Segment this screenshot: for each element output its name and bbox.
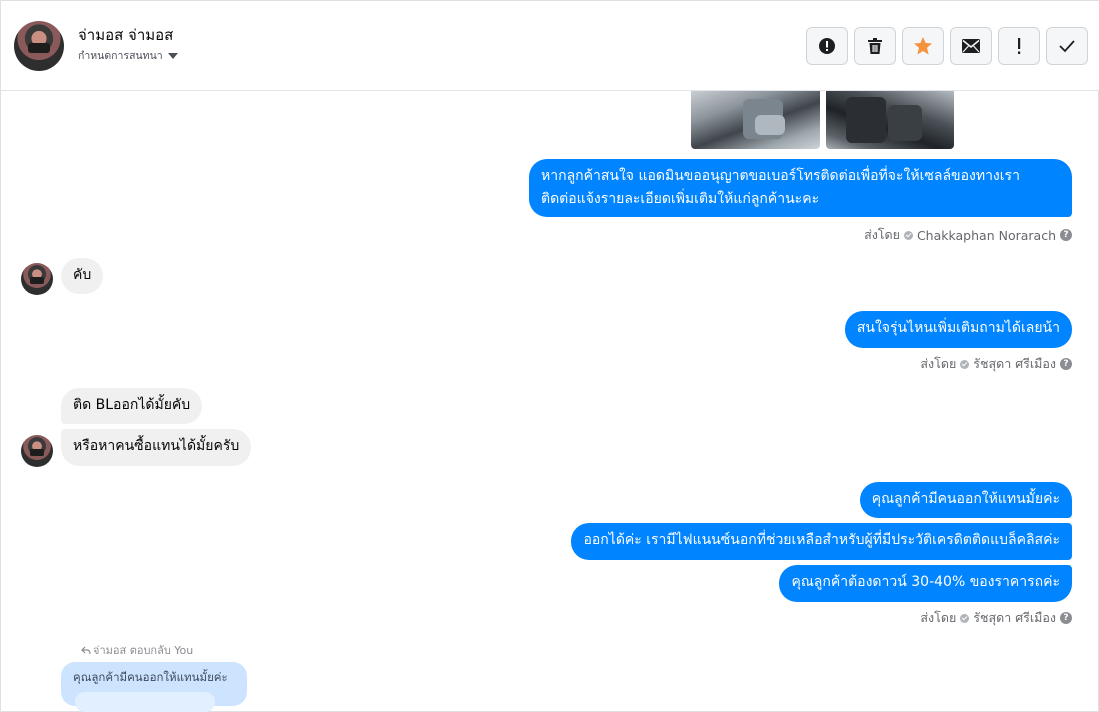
conversation-header: จ่ามอส จ่ามอส กำหนดการสนทนา — [1, 1, 1099, 91]
verified-icon — [903, 230, 913, 240]
outgoing-message[interactable]: หากลูกค้าสนใจ แอดมินขออนุญาตขอเบอร์โทรติ… — [529, 159, 1072, 217]
message-text-line: ติดต่อแจ้งรายละเอียดเพิ่มเติมให้แก่ลูกค้… — [541, 191, 820, 207]
report-button[interactable] — [806, 27, 848, 65]
help-icon[interactable]: ? — [1060, 229, 1072, 241]
sender-name[interactable]: รัชสุดา ศรีเมือง — [973, 608, 1056, 628]
outgoing-message[interactable]: สนใจรุ่นไหนเพิ่มเติมถามได้เลยน้า — [844, 311, 1072, 348]
message-thread[interactable]: หากลูกค้าสนใจ แอดมินขออนุญาตขอเบอร์โทรติ… — [1, 91, 1099, 712]
delete-button[interactable] — [854, 27, 896, 65]
contact-avatar-small[interactable] — [21, 435, 53, 467]
conversation-settings-dropdown[interactable]: กำหนดการสนทนา — [78, 47, 178, 64]
message-text-line: หากลูกค้าสนใจ แอดมินขออนุญาตขอเบอร์โทรติ… — [541, 168, 1020, 184]
outgoing-message[interactable]: คุณลูกค้ามีคนออกให้แทนมั้ยค่ะ — [859, 482, 1072, 518]
incoming-message[interactable]: คับ — [61, 258, 104, 294]
checkmark-icon — [1059, 40, 1075, 53]
reply-indicator: จ่ามอส ตอบกลับ You — [81, 641, 193, 659]
follow-up-button[interactable] — [998, 27, 1040, 65]
mark-unread-button[interactable] — [950, 27, 992, 65]
sent-by-label: ส่งโดย — [864, 227, 900, 242]
sent-by-label: ส่งโดย — [920, 610, 957, 625]
mark-done-button[interactable] — [1046, 27, 1088, 65]
help-icon[interactable]: ? — [1060, 358, 1072, 370]
outgoing-message[interactable]: ออกได้ค่ะ เรามีไฟแนนซ์นอกที่ช่วยเหลือสำห… — [571, 523, 1072, 560]
envelope-icon — [962, 39, 980, 53]
verified-icon — [960, 359, 970, 369]
attached-photo[interactable] — [826, 91, 954, 149]
reply-arrow-icon — [81, 646, 91, 654]
conversation-window: จ่ามอส จ่ามอส กำหนดการสนทนา หากลูกค้าสนใ… — [0, 0, 1099, 712]
exclamation-icon — [1018, 38, 1021, 54]
attached-photo[interactable] — [691, 91, 820, 149]
trash-icon — [868, 38, 882, 54]
incoming-message[interactable]: ติด BLออกได้มั้ยคับ — [61, 388, 203, 424]
reply-bubble[interactable] — [75, 692, 215, 712]
conversation-settings-label: กำหนดการสนทนา — [78, 50, 163, 62]
contact-avatar[interactable] — [14, 21, 64, 71]
sent-by-label: ส่งโดย — [920, 356, 957, 371]
sender-name[interactable]: Chakkaphan Norarach — [917, 228, 1056, 243]
sent-by-info: ส่งโดย รัชสุดา ศรีเมือง ? — [920, 608, 1072, 628]
star-icon — [914, 37, 932, 55]
help-icon[interactable]: ? — [1060, 612, 1072, 624]
outgoing-message[interactable]: คุณลูกค้าต้องดาวน์ 30-40% ของราคารถค่ะ — [779, 565, 1072, 602]
contact-avatar-small[interactable] — [21, 263, 53, 295]
star-button[interactable] — [902, 27, 944, 65]
caret-down-icon — [167, 53, 178, 59]
sender-name[interactable]: รัชสุดา ศรีเมือง — [973, 354, 1056, 374]
sent-by-info: ส่งโดย รัชสุดา ศรีเมือง ? — [920, 354, 1072, 374]
reply-indicator-text: จ่ามอส ตอบกลับ You — [93, 644, 194, 657]
incoming-message[interactable]: หรือหาคนซื้อแทนได้มั้ยครับ — [61, 429, 252, 466]
conversation-toolbar — [806, 27, 1088, 65]
report-spam-icon — [819, 38, 835, 54]
verified-icon — [960, 613, 970, 623]
quoted-message[interactable]: คุณลูกค้ามีคนออกให้แทนมั้ยค่ะ — [61, 662, 247, 712]
contact-name[interactable]: จ่ามอส จ่ามอส — [78, 23, 173, 47]
sent-by-info: ส่งโดย Chakkaphan Norarach ? — [864, 225, 1072, 245]
quoted-message-text: คุณลูกค้ามีคนออกให้แทนมั้ยค่ะ — [73, 670, 228, 684]
